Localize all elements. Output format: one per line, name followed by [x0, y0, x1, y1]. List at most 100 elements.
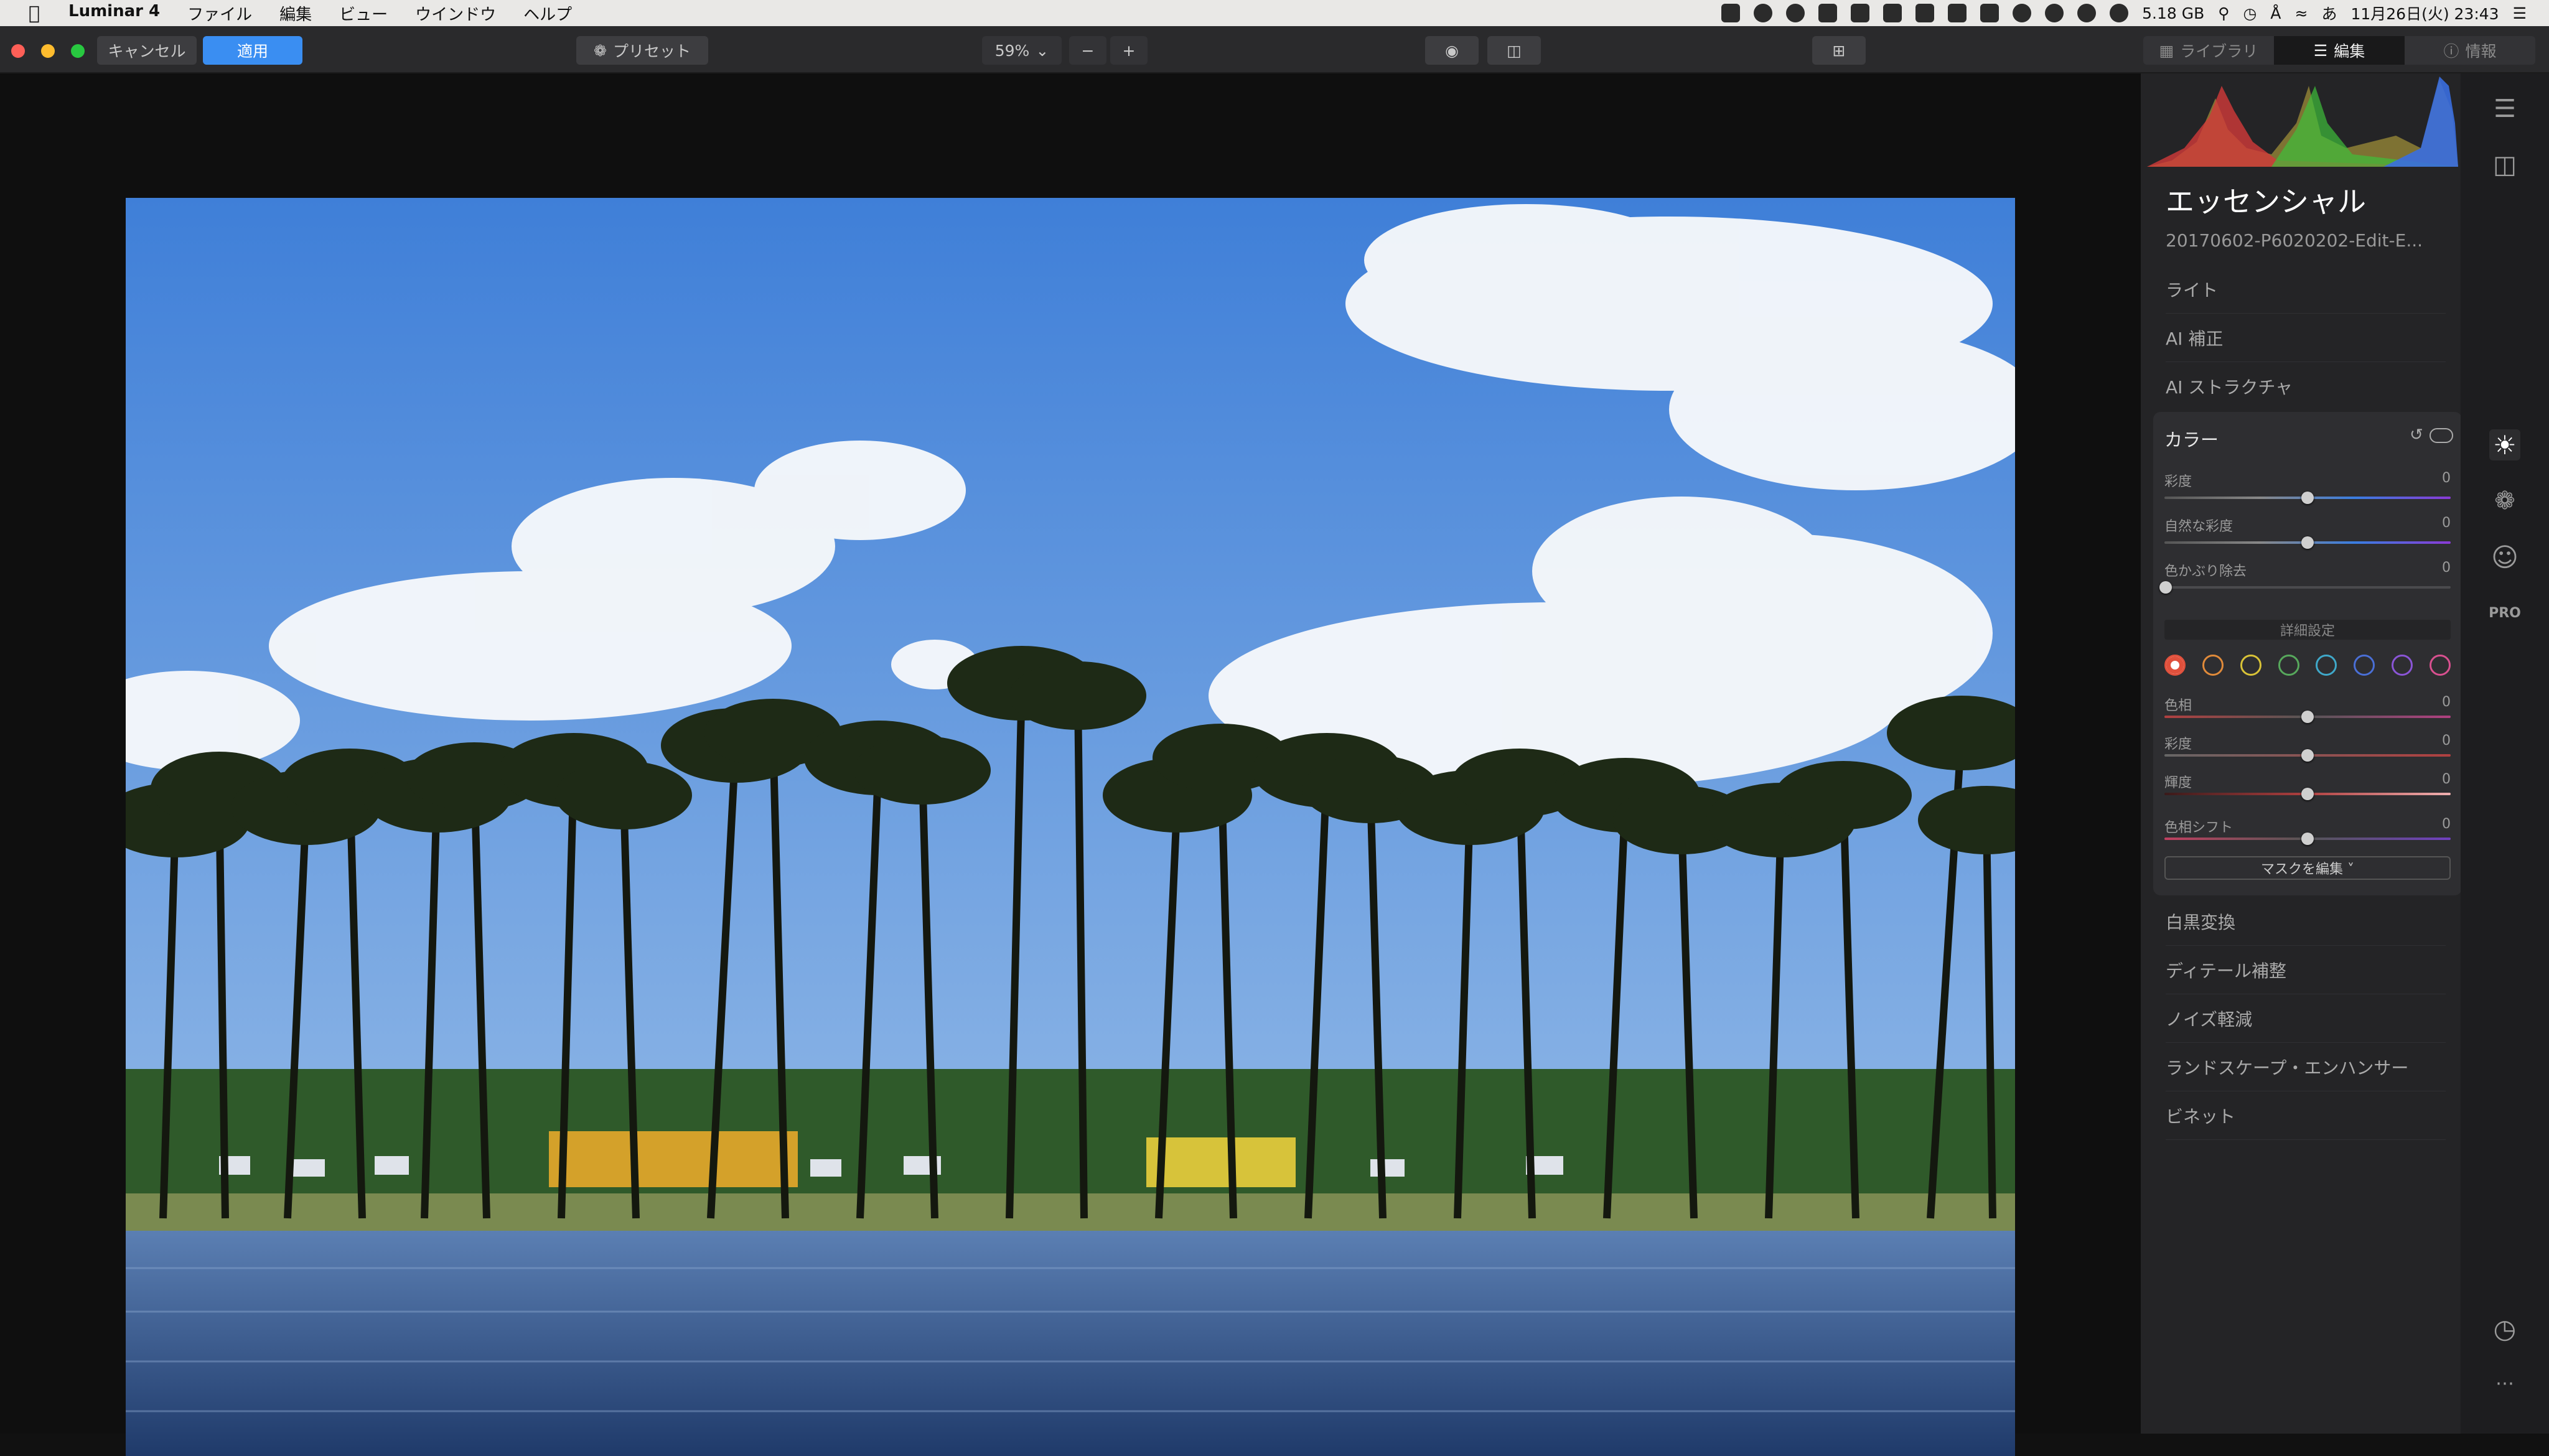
histogram	[2147, 77, 2458, 167]
preset-icon: ❁	[594, 41, 607, 60]
section-ai-structure[interactable]: AI ストラクチャ	[2166, 362, 2446, 411]
bluetooth-icon[interactable]: Å	[2270, 4, 2281, 22]
swatch-magenta[interactable]	[2429, 655, 2451, 676]
status-icon[interactable]	[1980, 4, 1999, 22]
compare-icon: ◫	[1507, 41, 1522, 60]
edit-mask-button[interactable]: マスクを編集 ˅	[2164, 856, 2451, 880]
apple-icon[interactable]: 	[0, 2, 68, 24]
pro-icon[interactable]: PRO	[2489, 597, 2521, 628]
menu-bar:  Luminar 4 ファイル 編集 ビュー ウインドウ ヘルプ 5.18 G…	[0, 0, 2549, 26]
status-icon[interactable]	[2013, 4, 2032, 22]
remove-color-cast-label: 色かぶり除去	[2164, 564, 2247, 579]
saturation-slider[interactable]	[2301, 492, 2314, 504]
eye-icon: ◉	[1445, 41, 1459, 60]
tab-info[interactable]: ⓘ 情報	[2405, 36, 2535, 65]
section-bw-conversion[interactable]: 白黒変換	[2166, 897, 2446, 946]
photo-preview[interactable]	[126, 198, 2015, 1456]
status-icon[interactable]	[1915, 4, 1935, 22]
menu-file[interactable]: ファイル	[187, 2, 252, 25]
swatch-purple[interactable]	[2392, 655, 2413, 676]
cancel-button[interactable]: キャンセル	[97, 36, 197, 65]
edit-panel: エッセンシャル 20170602-P6020202-Edit-E... ライト …	[2141, 73, 2462, 1434]
info-icon: ⓘ	[2443, 42, 2459, 60]
swatch-yellow[interactable]	[2240, 655, 2261, 676]
swatch-green[interactable]	[2278, 655, 2299, 676]
compare-button[interactable]: ◫	[1487, 36, 1541, 65]
history-icon[interactable]: ◷	[2489, 1313, 2520, 1344]
zoom-out-button[interactable]: −	[1069, 36, 1106, 65]
time-machine-icon[interactable]: ◷	[2243, 4, 2257, 22]
status-icon[interactable]	[1818, 4, 1838, 22]
vibrance-slider[interactable]	[2301, 536, 2314, 549]
swatch-aqua[interactable]	[2316, 655, 2337, 676]
tab-library-label: ライブラリ	[2180, 42, 2258, 60]
sun-icon[interactable]: ☀	[2489, 429, 2520, 460]
status-icon[interactable]	[1786, 4, 1805, 22]
hsl-saturation-slider[interactable]	[2301, 749, 2314, 762]
close-window-icon[interactable]	[11, 44, 25, 58]
hsl-saturation-value: 0	[2442, 733, 2451, 749]
palette-icon[interactable]: ❁	[2489, 485, 2520, 516]
visibility-toggle[interactable]	[2430, 428, 2453, 443]
section-details-enhancer[interactable]: ディテール補整	[2166, 946, 2446, 994]
notification-center-icon[interactable]: ☰	[2513, 4, 2527, 22]
apply-button[interactable]: 適用	[203, 36, 302, 65]
preset-label: プリセット	[612, 42, 691, 60]
zoom-in-button[interactable]: +	[1110, 36, 1148, 65]
section-vignette[interactable]: ビネット	[2166, 1091, 2446, 1140]
hue-shift-slider[interactable]	[2301, 833, 2314, 845]
status-icon[interactable]	[1948, 4, 1967, 22]
menu-window[interactable]: ウインドウ	[415, 2, 496, 25]
swatch-orange[interactable]	[2202, 655, 2224, 676]
status-icon[interactable]	[1721, 4, 1741, 22]
preview-eye-button[interactable]: ◉	[1425, 36, 1479, 65]
zoom-select[interactable]: 59% ⌄	[982, 36, 1062, 65]
saturation-label: 彩度	[2164, 474, 2192, 490]
spotlight-icon[interactable]: ⚲	[2218, 4, 2229, 22]
luminance-label: 輝度	[2164, 775, 2192, 791]
menu-edit[interactable]: 編集	[279, 2, 312, 25]
menu-help[interactable]: ヘルプ	[523, 2, 572, 25]
reset-icon[interactable]: ↺	[2410, 426, 2423, 444]
section-light[interactable]: ライト	[2166, 265, 2446, 314]
menu-view[interactable]: ビュー	[339, 2, 388, 25]
menu-app-name[interactable]: Luminar 4	[68, 2, 160, 25]
section-landscape-enhancer[interactable]: ランドスケープ・エンハンサー	[2166, 1043, 2446, 1091]
tab-library[interactable]: ▦ ライブラリ	[2143, 36, 2274, 65]
input-method[interactable]: あ	[2321, 2, 2337, 24]
luminance-slider[interactable]	[2301, 788, 2314, 800]
layers-icon[interactable]: ☰	[2489, 93, 2520, 124]
preset-button[interactable]: ❁ プリセット	[576, 36, 708, 65]
datetime[interactable]: 11月26日(火) 23:43	[2350, 2, 2499, 24]
crop-button[interactable]: ⊞	[1812, 36, 1866, 65]
tab-edit[interactable]: ☰ 編集	[2274, 36, 2405, 65]
minimize-window-icon[interactable]	[41, 44, 55, 58]
status-icon[interactable]	[2045, 4, 2064, 22]
cloud-icon[interactable]	[1883, 4, 1902, 22]
swatch-red[interactable]	[2164, 655, 2186, 676]
photo-image	[126, 198, 2015, 1456]
vibrance-label: 自然な彩度	[2164, 519, 2233, 534]
canvas-icon[interactable]: ◫	[2489, 149, 2520, 180]
advanced-settings-header[interactable]: 詳細設定	[2164, 620, 2451, 640]
hue-slider[interactable]	[2301, 711, 2314, 723]
cloud-icon[interactable]	[1851, 4, 1870, 22]
saturation-value: 0	[2442, 470, 2451, 486]
section-ai-enhance[interactable]: AI 補正	[2166, 314, 2446, 362]
sliders-icon: ☰	[2313, 41, 2328, 60]
image-canvas[interactable]	[0, 73, 2141, 1456]
disk-icon[interactable]	[2110, 4, 2129, 22]
more-icon[interactable]: ⋯	[2489, 1368, 2520, 1399]
info-status-icon[interactable]	[2077, 4, 2097, 22]
hue-value: 0	[2442, 694, 2451, 710]
toolbar: キャンセル 適用 ❁ プリセット 59% ⌄ − + ◉ ◫ ⊞ ▦ ライブラリ …	[0, 26, 2549, 73]
remove-color-cast-slider[interactable]	[2159, 581, 2172, 594]
color-card-title[interactable]: カラー	[2164, 426, 2219, 452]
zoom-window-icon[interactable]	[71, 44, 85, 58]
wifi-icon[interactable]: ≈	[2294, 4, 2308, 22]
smiley-icon[interactable]: ☺	[2489, 541, 2520, 572]
remove-color-cast-track[interactable]	[2164, 586, 2451, 589]
section-denoise[interactable]: ノイズ軽減	[2166, 994, 2446, 1043]
status-icon[interactable]	[1754, 4, 1773, 22]
swatch-blue[interactable]	[2354, 655, 2375, 676]
